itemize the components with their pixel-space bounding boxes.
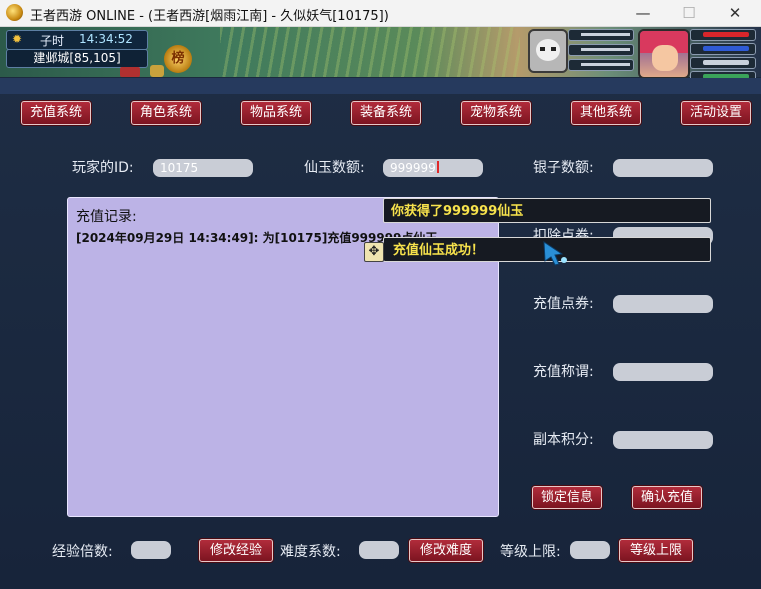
hero-mp-bar bbox=[690, 43, 756, 55]
clock-time: 14:34:52 bbox=[79, 32, 133, 46]
lock-info-button[interactable]: 锁定信息 bbox=[532, 486, 602, 509]
hero-avatar[interactable] bbox=[638, 29, 690, 79]
minimize-button[interactable]: — bbox=[620, 0, 666, 26]
window-title: 王者西游 ONLINE - (王者西游[烟雨江南] - 久似妖气[10175]) bbox=[30, 9, 389, 24]
pet-mp-bar bbox=[568, 44, 634, 56]
pet-hp-bar bbox=[568, 29, 634, 41]
sparkle-cursor-icon bbox=[543, 241, 567, 266]
hero-status-bars bbox=[690, 29, 756, 85]
level-cap-button[interactable]: 等级上限 bbox=[619, 539, 693, 562]
tab-character[interactable]: 角色系统 bbox=[131, 101, 201, 125]
tab-pets[interactable]: 宠物系统 bbox=[461, 101, 531, 125]
location-label: 建邺城[85,105] bbox=[6, 49, 148, 68]
modify-difficulty-button[interactable]: 修改难度 bbox=[409, 539, 483, 562]
player-id-label: 玩家的ID: bbox=[72, 160, 134, 176]
pet-exp-bar bbox=[568, 59, 634, 71]
modify-exp-button[interactable]: 修改经验 bbox=[199, 539, 273, 562]
pet-avatar[interactable] bbox=[528, 29, 568, 73]
tab-recharge[interactable]: 充值系统 bbox=[21, 101, 91, 125]
hud-coin-icon[interactable] bbox=[150, 65, 164, 77]
close-button[interactable]: ✕ bbox=[712, 0, 758, 26]
game-hud: ✹ 子时 14:34:52 建邺城[85,105] 榜 bbox=[0, 27, 761, 83]
level-cap-field[interactable] bbox=[570, 541, 610, 559]
game-clock: ✹ 子时 14:34:52 bbox=[6, 30, 148, 50]
silver-amount-label: 银子数额: bbox=[533, 160, 594, 176]
hud-mini-icon[interactable] bbox=[120, 67, 140, 77]
confirm-recharge-button[interactable]: 确认充值 bbox=[632, 486, 702, 509]
pet-status-bars bbox=[568, 29, 634, 74]
hero-anger-bar bbox=[690, 57, 756, 69]
difficulty-field[interactable] bbox=[359, 541, 399, 559]
text-cursor bbox=[436, 161, 439, 173]
player-id-field[interactable]: 10175 bbox=[153, 159, 253, 177]
app-icon bbox=[6, 4, 23, 21]
dungeon-points-label: 副本积分: bbox=[533, 432, 594, 448]
jade-amount-value: 999999 bbox=[390, 161, 436, 175]
gm-tool-panel: 充值系统 角色系统 物品系统 装备系统 宠物系统 其他系统 活动设置 玩家的ID… bbox=[0, 78, 761, 589]
silver-amount-field[interactable] bbox=[613, 159, 713, 177]
scenery-background bbox=[220, 27, 520, 77]
exp-multiplier-field[interactable] bbox=[131, 541, 171, 559]
tab-other[interactable]: 其他系统 bbox=[571, 101, 641, 125]
jade-amount-field[interactable]: 999999 bbox=[383, 159, 483, 177]
move-icon[interactable]: ✥ bbox=[364, 242, 384, 262]
difficulty-label: 难度系数: bbox=[280, 544, 341, 560]
shichen-label: 子时 bbox=[40, 34, 65, 48]
tab-equipment[interactable]: 装备系统 bbox=[351, 101, 421, 125]
jade-amount-label: 仙玉数额: bbox=[304, 160, 365, 176]
recharge-log-title: 充值记录: bbox=[76, 209, 137, 225]
tab-events[interactable]: 活动设置 bbox=[681, 101, 751, 125]
recharge-title-label: 充值称谓: bbox=[533, 364, 594, 380]
recharge-title-field[interactable] bbox=[613, 363, 713, 381]
recharge-points-field[interactable] bbox=[613, 295, 713, 313]
ranking-badge[interactable]: 榜 bbox=[164, 45, 192, 73]
recharge-points-label: 充值点券: bbox=[533, 296, 594, 312]
sun-icon: ✹ bbox=[12, 32, 23, 46]
maximize-button[interactable]: ☐ bbox=[666, 0, 712, 26]
dungeon-points-field[interactable] bbox=[613, 431, 713, 449]
hero-hp-bar bbox=[690, 29, 756, 41]
window-titlebar: 王者西游 ONLINE - (王者西游[烟雨江南] - 久似妖气[10175])… bbox=[0, 0, 761, 27]
level-cap-label: 等级上限: bbox=[500, 544, 561, 560]
exp-multiplier-label: 经验倍数: bbox=[52, 544, 113, 560]
gain-notification: 你获得了999999仙玉 bbox=[383, 198, 711, 223]
tab-items[interactable]: 物品系统 bbox=[241, 101, 311, 125]
